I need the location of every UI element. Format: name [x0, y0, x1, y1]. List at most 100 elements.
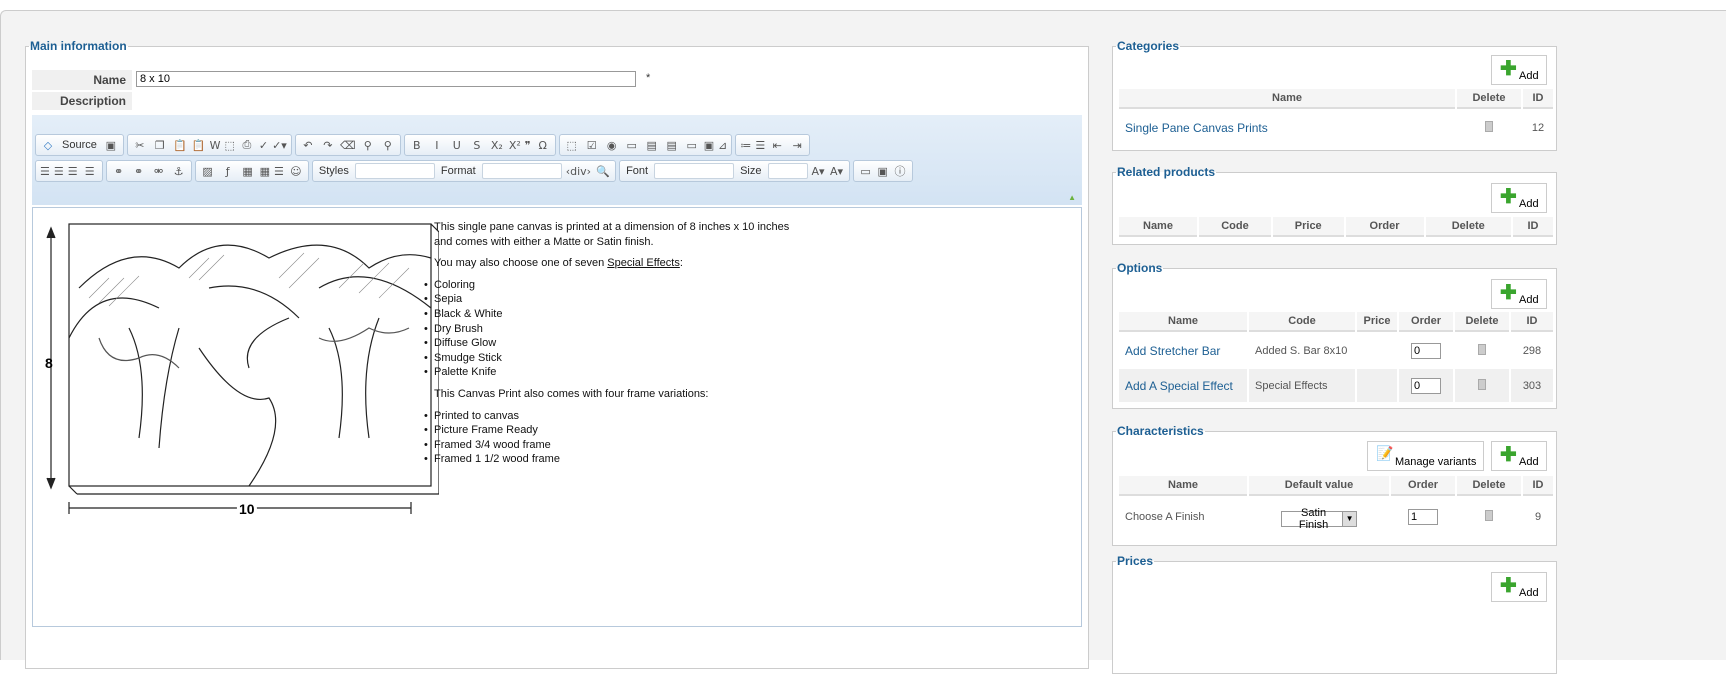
header-id: ID	[1513, 217, 1553, 237]
underline-icon[interactable]: U	[449, 137, 465, 153]
order-input[interactable]	[1411, 342, 1441, 359]
link-icon[interactable]: ⚭	[111, 163, 127, 179]
textarea-icon[interactable]: ▤	[644, 137, 660, 153]
colon: :	[679, 257, 683, 270]
flash-icon[interactable]: ƒ	[220, 163, 236, 179]
table-icon[interactable]: ▦	[240, 163, 256, 179]
indent-icon[interactable]: ⇥	[789, 137, 805, 153]
delete-icon[interactable]	[1485, 120, 1493, 132]
add-category-button[interactable]: ✚ Add	[1491, 55, 1547, 85]
omega-icon[interactable]: Ω	[535, 137, 551, 153]
select-all-icon[interactable]: ⬚	[224, 137, 234, 153]
replace-icon[interactable]: ⚲	[380, 137, 396, 153]
header-name: Name	[1119, 89, 1455, 109]
blockquote-icon[interactable]: ❞	[525, 137, 531, 153]
option-id: 298	[1522, 344, 1542, 357]
table-grid-icon[interactable]: ▦	[260, 163, 270, 179]
add-price-button[interactable]: ✚ Add	[1491, 572, 1547, 602]
header-price: Price	[1272, 217, 1344, 237]
unlink-icon[interactable]: ⚮	[151, 163, 167, 179]
div-icon[interactable]: ‹div›	[566, 163, 591, 179]
paste-word-icon[interactable]: W	[210, 137, 221, 153]
align-center-icon[interactable]: ☰	[54, 163, 64, 179]
numbered-list-icon[interactable]: ≔	[740, 137, 751, 153]
bg-color-icon[interactable]: A▾	[829, 163, 845, 179]
about-icon[interactable]: ⓘ	[892, 163, 908, 179]
button-icon[interactable]: ▭	[684, 137, 700, 153]
copy-icon[interactable]: ❐	[152, 137, 168, 153]
add-option-button[interactable]: ✚ Add	[1491, 279, 1547, 309]
manage-variants-button[interactable]: 📝 Manage variants	[1367, 441, 1484, 471]
align-left-icon[interactable]: ☰	[40, 163, 50, 179]
list-item: Palette Knife	[424, 365, 789, 380]
subscript-icon[interactable]: X₂	[489, 137, 505, 153]
redo-icon[interactable]: ↷	[320, 137, 336, 153]
table-row: Choose A Finish Satin Finish ▼ 9	[1119, 498, 1553, 536]
image-icon[interactable]: ▨	[200, 163, 216, 179]
zoom-icon[interactable]: 🔍	[595, 163, 611, 179]
add-label: Add	[1519, 198, 1539, 210]
format-combo[interactable]	[481, 163, 562, 179]
categories-fieldset: Categories ✚ Add Name Delete ID Single Pane…	[1112, 39, 1557, 151]
default-value-select[interactable]: Satin Finish ▼	[1281, 507, 1357, 531]
superscript-icon[interactable]: X²	[509, 137, 521, 153]
add-related-product-button[interactable]: ✚ Add	[1491, 183, 1547, 213]
order-input[interactable]	[1411, 377, 1441, 394]
order-input[interactable]	[1408, 509, 1438, 525]
paste-text-icon[interactable]: 📋	[192, 137, 206, 153]
option-name-link[interactable]: Add Stretcher Bar	[1119, 334, 1247, 367]
image-button-icon[interactable]: ▣	[704, 137, 714, 153]
cut-icon[interactable]: ✂	[132, 137, 148, 153]
find-icon[interactable]: ⚲	[360, 137, 376, 153]
font-combo[interactable]	[654, 163, 735, 179]
source-button-label[interactable]: Source	[60, 139, 99, 151]
select-icon[interactable]: ▤	[664, 137, 680, 153]
bullet-list-icon[interactable]: ☰	[755, 137, 765, 153]
undo-icon[interactable]: ↶	[300, 137, 316, 153]
eraser-icon[interactable]: ⌫	[340, 137, 356, 153]
anchor-icon[interactable]: ⚓	[171, 163, 187, 179]
special-effects-link[interactable]: Special Effects	[607, 257, 680, 269]
text-color-icon[interactable]: A▾	[812, 163, 825, 179]
radio-icon[interactable]: ◉	[604, 137, 620, 153]
hidden-field-icon[interactable]: ⊿	[718, 137, 727, 153]
maximize-icon[interactable]: ▭	[858, 163, 874, 179]
bold-icon[interactable]: B	[409, 137, 425, 153]
editor-content[interactable]: 8 10 This single pane canvas is printed …	[32, 207, 1082, 627]
align-right-icon[interactable]: ☰	[68, 163, 78, 179]
delete-icon[interactable]	[1478, 343, 1486, 355]
category-name-link[interactable]: Single Pane Canvas Prints	[1119, 111, 1455, 144]
checkbox-icon[interactable]: ☑	[584, 137, 600, 153]
strike-icon[interactable]: S	[469, 137, 485, 153]
categories-table: Name Delete ID Single Pane Canvas Prints 12	[1117, 87, 1555, 146]
smiley-icon[interactable]: ☺	[288, 163, 304, 179]
styles-combo[interactable]	[354, 163, 435, 179]
list-item: Printed to canvas	[424, 409, 789, 424]
toolbar-group: ✂ ❐ 📋 📋 W ⬚ ⎙ ✓ ✓▾	[126, 134, 292, 156]
size-combo[interactable]	[767, 163, 808, 179]
save-icon[interactable]: ▣	[103, 137, 119, 153]
outdent-icon[interactable]: ⇤	[769, 137, 785, 153]
collapse-toolbar-icon[interactable]: ▲	[1068, 193, 1076, 202]
paste-icon[interactable]: 📋	[172, 137, 188, 153]
name-input[interactable]	[136, 71, 636, 87]
horizontal-rule-icon[interactable]: ☰	[274, 163, 284, 179]
category-id: 12	[1531, 121, 1545, 134]
add-link-icon[interactable]: ⚭	[131, 163, 147, 179]
option-name-link[interactable]: Add A Special Effect	[1119, 369, 1247, 402]
source-icon[interactable]: ◇	[40, 137, 56, 153]
spellcheck-dropdown-icon[interactable]: ✓▾	[272, 137, 287, 153]
toolbar-group: ◇ Source ▣	[35, 134, 124, 156]
show-blocks-icon[interactable]: ▣	[878, 163, 888, 179]
add-characteristic-button[interactable]: ✚ Add	[1491, 441, 1547, 471]
delete-icon[interactable]	[1478, 378, 1486, 390]
justify-icon[interactable]: ☰	[82, 163, 98, 179]
print-icon[interactable]: ⎙	[239, 137, 255, 153]
delete-icon[interactable]	[1485, 510, 1493, 521]
add-label: Add	[1519, 456, 1539, 468]
characteristic-name: Choose A Finish	[1125, 511, 1205, 523]
spellcheck-icon[interactable]: ✓	[259, 137, 268, 153]
textfield-icon[interactable]: ▭	[624, 137, 640, 153]
form-icon[interactable]: ⬚	[564, 137, 580, 153]
italic-icon[interactable]: I	[429, 137, 445, 153]
